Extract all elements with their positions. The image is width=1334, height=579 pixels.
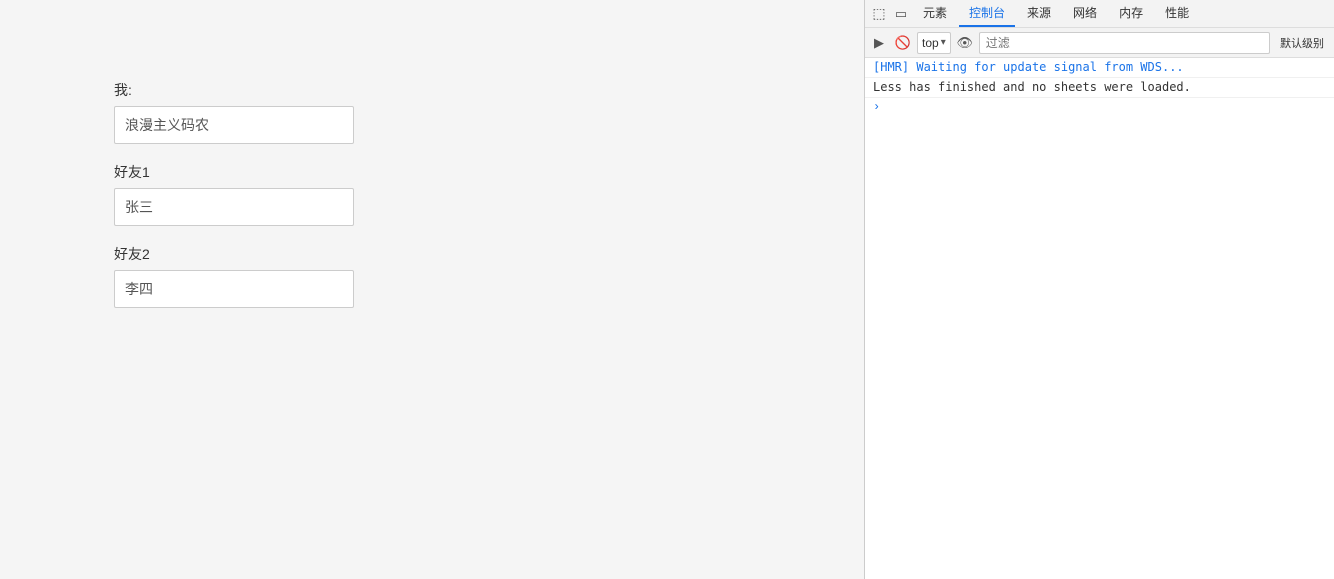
field-group-me: 我: <box>114 80 750 144</box>
field-group-friend1: 好友1 <box>114 162 750 226</box>
console-prompt[interactable]: › <box>865 98 1334 116</box>
eye-icon[interactable]: 👁 <box>955 33 975 53</box>
device-icon[interactable]: ▭ <box>891 4 911 24</box>
log-level-button[interactable]: 默认级别 <box>1274 33 1330 53</box>
console-toolbar: ▶ 🚫 top ▾ 👁 默认级别 <box>865 28 1334 58</box>
filter-input[interactable] <box>979 32 1270 54</box>
console-line-less: Less has finished and no sheets were loa… <box>865 78 1334 98</box>
tab-network[interactable]: 网络 <box>1063 0 1107 27</box>
field-label-me: 我: <box>114 80 750 100</box>
console-line-hmr-text: [HMR] Waiting for update signal from WDS… <box>873 60 1184 74</box>
context-selector[interactable]: top ▾ <box>917 32 951 54</box>
devtools-panel: ⬚ ▭ 元素 控制台 来源 网络 内存 性能 ▶ 🚫 top ▾ <box>864 0 1334 579</box>
tab-memory[interactable]: 内存 <box>1109 0 1153 27</box>
field-label-friend2: 好友2 <box>114 244 750 264</box>
field-group-friend2: 好友2 <box>114 244 750 308</box>
main-content-area: 我: 好友1 好友2 <box>0 0 864 579</box>
input-friend1[interactable] <box>114 188 354 226</box>
tab-performance[interactable]: 性能 <box>1155 0 1199 27</box>
chevron-down-icon: ▾ <box>941 37 946 48</box>
console-line-hmr: [HMR] Waiting for update signal from WDS… <box>865 58 1334 78</box>
console-output: [HMR] Waiting for update signal from WDS… <box>865 58 1334 579</box>
input-me[interactable] <box>114 106 354 144</box>
devtools-tab-bar: ⬚ ▭ 元素 控制台 来源 网络 内存 性能 <box>865 0 1334 28</box>
inspect-icon[interactable]: ⬚ <box>869 4 889 24</box>
block-icon[interactable]: 🚫 <box>893 33 913 53</box>
console-line-less-text: Less has finished and no sheets were loa… <box>873 80 1191 94</box>
run-icon[interactable]: ▶ <box>869 33 889 53</box>
tab-elements[interactable]: 元素 <box>913 0 957 27</box>
tab-sources[interactable]: 来源 <box>1017 0 1061 27</box>
input-friend2[interactable] <box>114 270 354 308</box>
context-label: top <box>922 36 939 50</box>
prompt-chevron-icon: › <box>873 100 880 114</box>
tab-console[interactable]: 控制台 <box>959 0 1015 27</box>
field-label-friend1: 好友1 <box>114 162 750 182</box>
